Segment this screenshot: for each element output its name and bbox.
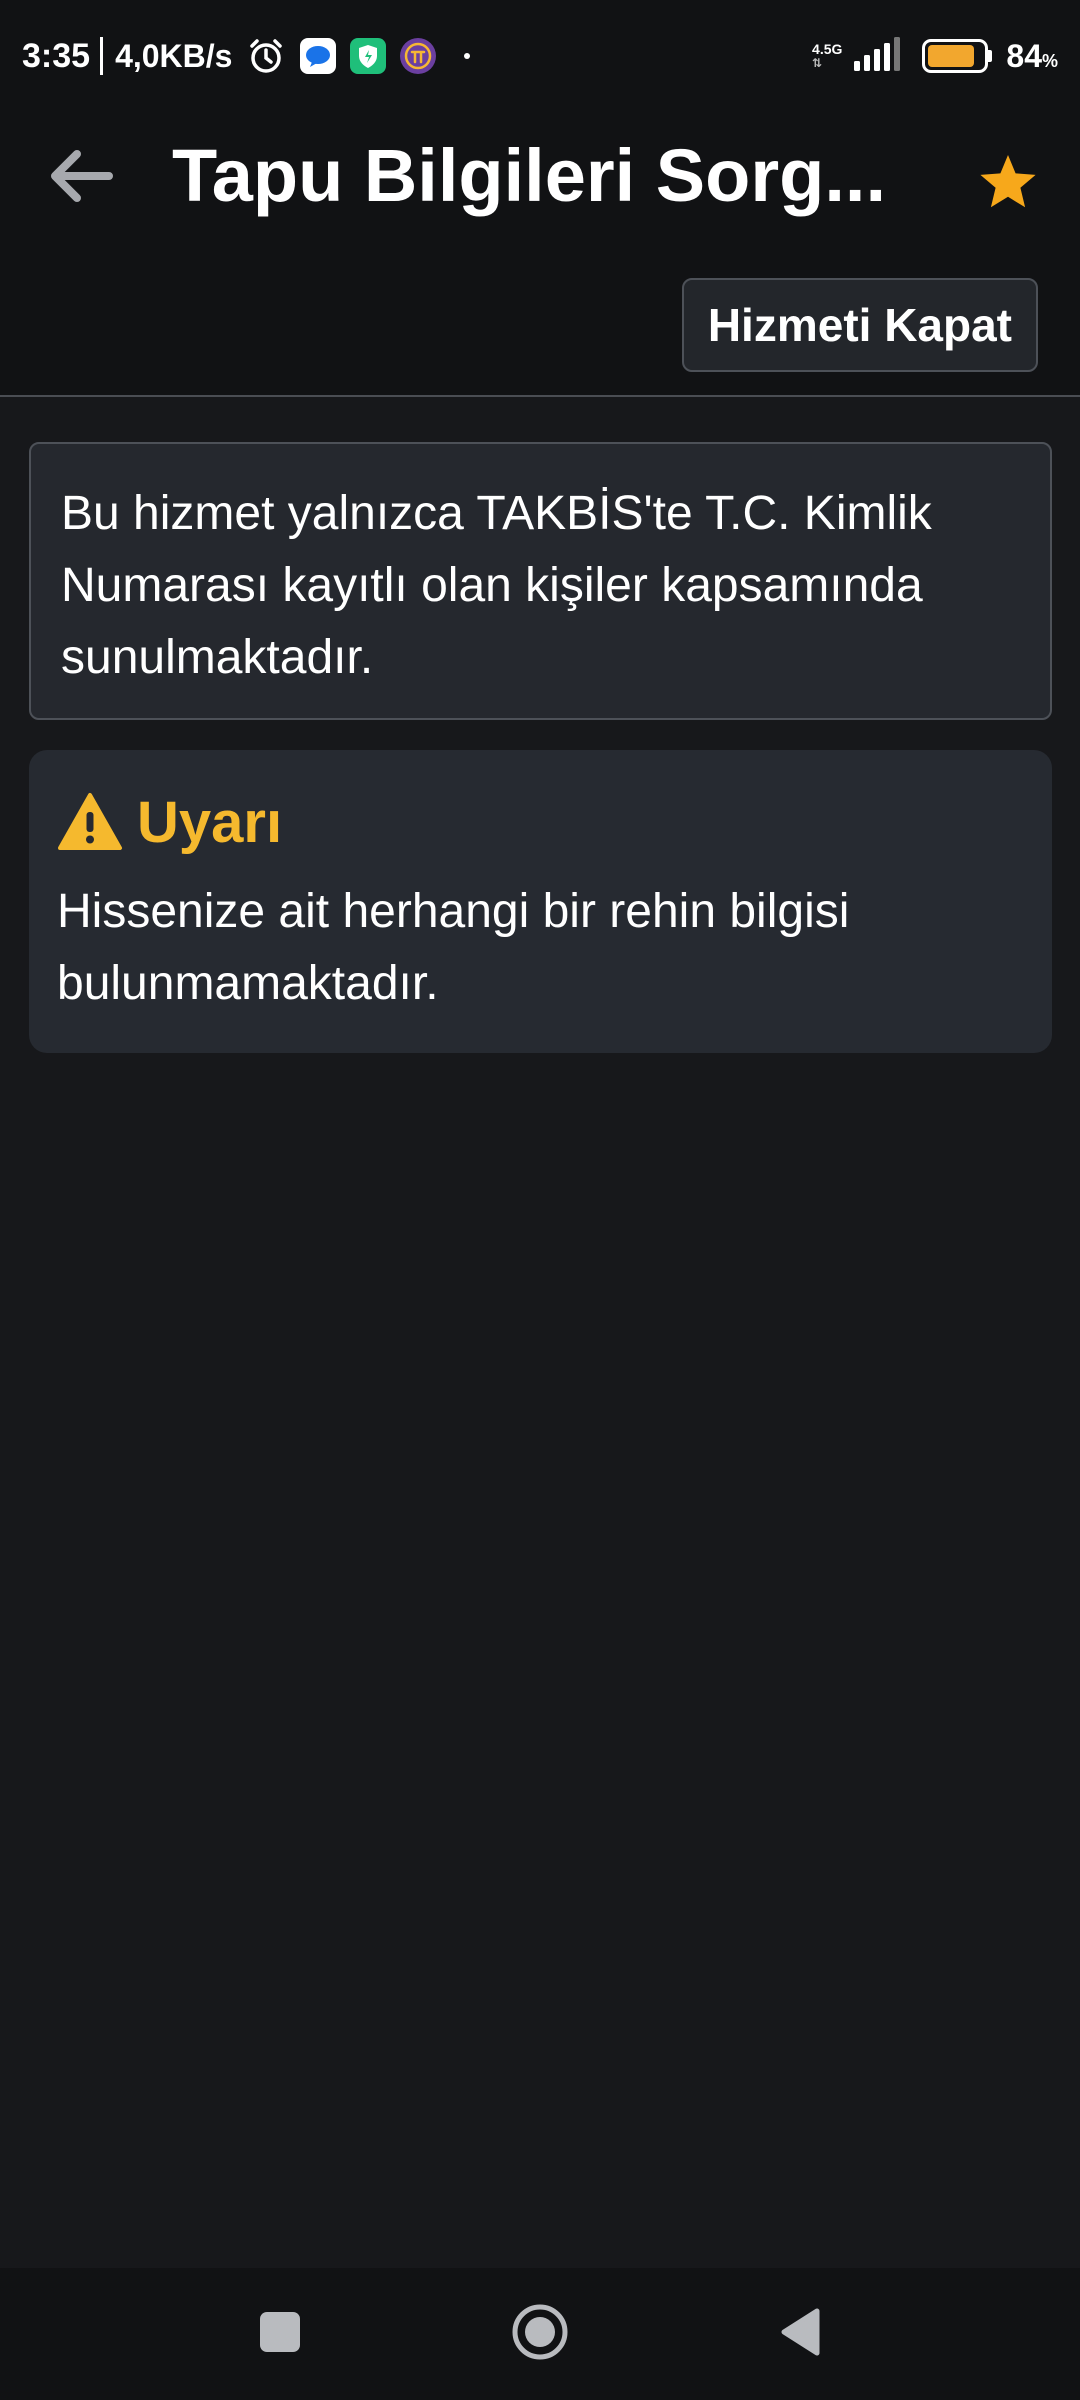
security-shield-app-icon [350,38,387,74]
action-row: Hizmeti Kapat [0,240,1080,397]
warning-triangle-icon [57,792,123,852]
battery-percent-unit: % [1041,50,1058,71]
warning-box: Uyarı Hissenize ait herhangi bir rehin b… [29,750,1052,1053]
warning-header: Uyarı [57,782,1024,862]
navigation-bar [0,2268,1080,2400]
back-button[interactable] [40,138,120,218]
info-text: Bu hizmet yalnızca TAKBİS'te T.C. Kimlik… [61,487,932,684]
data-activity-icon: ⇅ [812,56,823,70]
battery-percent: 84% [1006,38,1058,75]
info-box: Bu hizmet yalnızca TAKBİS'te T.C. Kimlik… [29,442,1052,720]
notification-dot [464,53,471,59]
recent-apps-square-icon [260,2311,300,2357]
battery-percent-value: 84 [1006,37,1042,74]
battery-fill [928,45,974,67]
arrow-left-icon [47,148,113,209]
alarm-icon [246,36,286,76]
battery-tip [988,50,993,62]
star-icon [978,153,1038,216]
recent-apps-button[interactable] [240,2294,320,2374]
system-back-button[interactable] [760,2294,840,2374]
home-circle-icon [511,2303,569,2366]
battery-body [922,39,989,73]
status-bar-left: 3:35 4,0KB/s [22,36,471,76]
warning-title: Uyarı [137,789,283,855]
status-bar: 3:35 4,0KB/s 4.5G ⇅ 84% [0,0,1080,112]
favorite-button[interactable] [968,144,1048,224]
status-time: 3:35 [22,36,91,75]
battery-icon [910,39,993,73]
network-type-label: 4.5G [812,41,843,57]
home-button[interactable] [500,2294,580,2374]
close-service-button[interactable]: Hizmeti Kapat [681,278,1038,372]
page-title: Tapu Bilgileri Sorg... [172,134,887,217]
pi-network-app-icon [400,38,437,74]
warning-text: Hissenize ait herhangi bir rehin bilgisi… [57,885,850,1010]
status-net-speed: 4,0KB/s [115,37,233,74]
signal-icon [852,36,901,76]
screen: 3:35 4,0KB/s 4.5G ⇅ 84% Tapu Bilgileri S… [0,0,1080,2400]
status-separator [100,37,104,75]
messages-app-icon [300,38,337,74]
app-bar: Tapu Bilgileri Sorg... [0,112,1080,240]
status-bar-right: 4.5G ⇅ 84% [812,36,1058,76]
back-triangle-icon [779,2308,821,2361]
network-type: 4.5G ⇅ [812,42,842,70]
